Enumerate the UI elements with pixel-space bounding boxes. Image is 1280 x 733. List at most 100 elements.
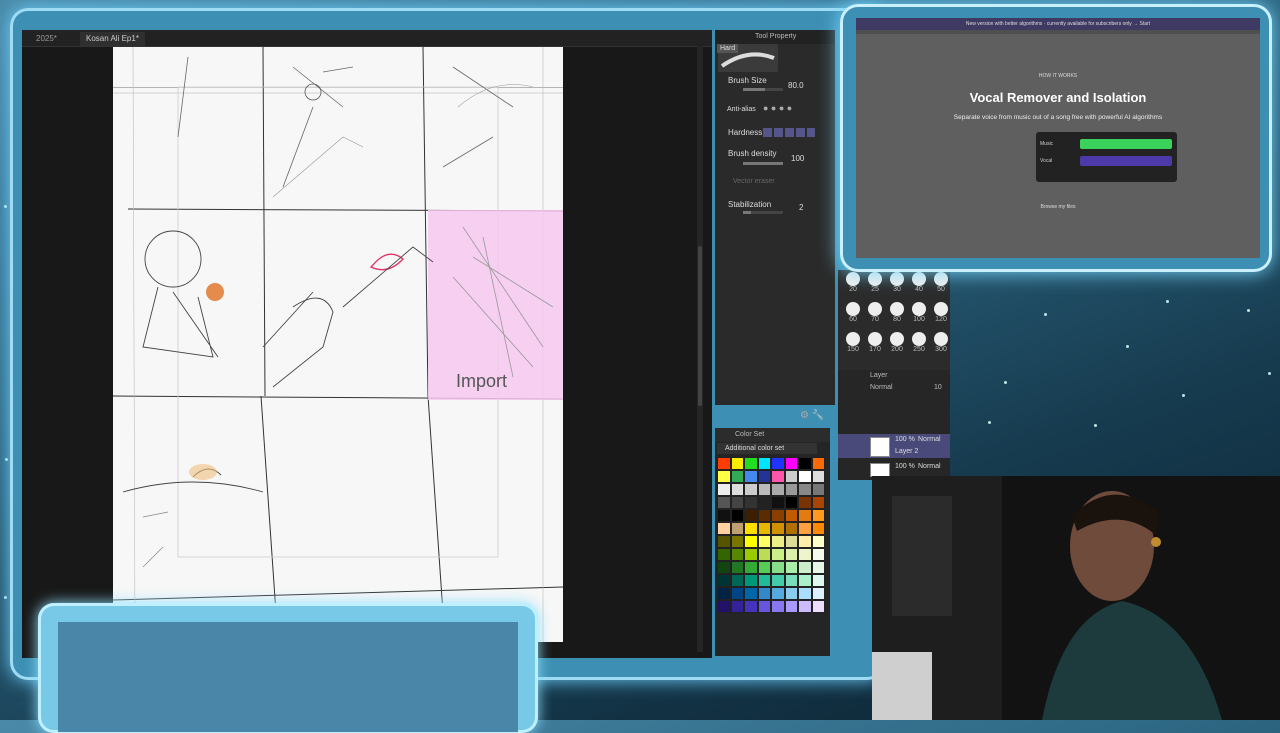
color-swatch-grid[interactable] <box>717 457 827 613</box>
color-swatch[interactable] <box>717 548 731 561</box>
color-swatch[interactable] <box>717 496 731 509</box>
color-swatch[interactable] <box>798 457 812 470</box>
color-swatch[interactable] <box>717 509 731 522</box>
color-swatch[interactable] <box>757 535 771 548</box>
scrollbar-thumb[interactable] <box>698 246 702 406</box>
color-swatch[interactable] <box>771 509 785 522</box>
color-swatch[interactable] <box>811 470 825 483</box>
color-swatch[interactable] <box>798 496 812 509</box>
color-swatch[interactable] <box>771 470 785 483</box>
tab-document-2025[interactable]: 2025* <box>30 32 63 46</box>
color-swatch[interactable] <box>757 509 771 522</box>
color-swatch[interactable] <box>717 483 731 496</box>
color-swatch[interactable] <box>730 535 744 548</box>
color-swatch[interactable] <box>744 561 758 574</box>
hardness-selector[interactable] <box>763 128 815 137</box>
color-swatch[interactable] <box>744 600 758 613</box>
brush-density-slider[interactable] <box>743 162 783 165</box>
color-swatch[interactable] <box>757 548 771 561</box>
color-swatch[interactable] <box>784 522 798 535</box>
anti-alias-options-icon[interactable]: ● ● ● ● <box>763 103 792 113</box>
color-swatch[interactable] <box>717 457 731 470</box>
track-player-preview[interactable]: Music Vocal <box>1036 132 1177 182</box>
color-swatch[interactable] <box>717 587 731 600</box>
color-swatch[interactable] <box>757 574 771 587</box>
brush-size-preset[interactable]: 200 <box>886 332 908 360</box>
color-swatch[interactable] <box>757 483 771 496</box>
color-swatch[interactable] <box>717 600 731 613</box>
color-swatch[interactable] <box>744 470 758 483</box>
brush-size-preset[interactable]: 40 <box>908 272 930 300</box>
color-swatch[interactable] <box>744 483 758 496</box>
color-swatch[interactable] <box>717 574 731 587</box>
brush-size-preset[interactable]: 20 <box>842 272 864 300</box>
color-swatch[interactable] <box>771 548 785 561</box>
color-swatch[interactable] <box>757 561 771 574</box>
color-swatch[interactable] <box>744 457 758 470</box>
color-swatch[interactable] <box>784 574 798 587</box>
layer-blend-mode[interactable]: Normal <box>870 384 893 391</box>
color-swatch[interactable] <box>744 509 758 522</box>
color-swatch[interactable] <box>811 496 825 509</box>
brush-size-preset[interactable]: 25 <box>864 272 886 300</box>
brush-size-preset[interactable]: 70 <box>864 302 886 330</box>
color-swatch[interactable] <box>744 548 758 561</box>
color-swatch[interactable] <box>784 509 798 522</box>
color-swatch[interactable] <box>811 535 825 548</box>
color-swatch[interactable] <box>771 600 785 613</box>
color-swatch[interactable] <box>730 561 744 574</box>
color-swatch[interactable] <box>730 470 744 483</box>
color-swatch[interactable] <box>771 496 785 509</box>
color-swatch[interactable] <box>717 470 731 483</box>
color-swatch[interactable] <box>717 535 731 548</box>
drawing-canvas[interactable]: Import <box>113 47 563 642</box>
color-swatch[interactable] <box>757 457 771 470</box>
color-swatch[interactable] <box>798 587 812 600</box>
brush-size-preset[interactable]: 250 <box>908 332 930 360</box>
color-swatch[interactable] <box>811 522 825 535</box>
layer-row[interactable]: 100 % Normal Layer 2 <box>838 434 950 458</box>
color-swatch[interactable] <box>798 548 812 561</box>
brush-size-preset[interactable]: 120 <box>930 302 952 330</box>
color-set-dropdown[interactable]: Additional color set <box>717 443 817 454</box>
color-swatch[interactable] <box>771 574 785 587</box>
color-swatch[interactable] <box>798 483 812 496</box>
color-swatch[interactable] <box>771 535 785 548</box>
color-swatch[interactable] <box>730 600 744 613</box>
brush-size-slider[interactable] <box>743 88 783 91</box>
layer-opacity-field[interactable]: 10 <box>934 384 942 391</box>
color-swatch[interactable] <box>811 457 825 470</box>
color-swatch[interactable] <box>784 457 798 470</box>
color-swatch[interactable] <box>730 483 744 496</box>
color-swatch[interactable] <box>730 548 744 561</box>
color-swatch[interactable] <box>744 574 758 587</box>
brush-density-value[interactable]: 100 <box>791 154 804 163</box>
color-swatch[interactable] <box>784 548 798 561</box>
color-swatch[interactable] <box>744 522 758 535</box>
color-swatch[interactable] <box>730 509 744 522</box>
color-swatch[interactable] <box>784 496 798 509</box>
color-swatch[interactable] <box>757 470 771 483</box>
tool-property-footer-icons[interactable]: ⚙ 🔧 <box>800 410 824 421</box>
brush-size-preset[interactable]: 150 <box>842 332 864 360</box>
color-swatch[interactable] <box>757 522 771 535</box>
promo-banner[interactable]: New version with better algorithms · cur… <box>856 18 1260 30</box>
brush-size-preset[interactable]: 60 <box>842 302 864 330</box>
color-swatch[interactable] <box>771 587 785 600</box>
color-swatch[interactable] <box>757 587 771 600</box>
color-swatch[interactable] <box>757 496 771 509</box>
color-swatch[interactable] <box>798 509 812 522</box>
color-swatch[interactable] <box>744 535 758 548</box>
browse-files-link[interactable]: Browse my files <box>856 204 1260 210</box>
brush-size-preset[interactable]: 80 <box>886 302 908 330</box>
color-swatch[interactable] <box>730 496 744 509</box>
color-swatch[interactable] <box>811 548 825 561</box>
brush-size-preset[interactable]: 170 <box>864 332 886 360</box>
color-swatch[interactable] <box>784 587 798 600</box>
color-swatch[interactable] <box>798 561 812 574</box>
brush-tab-hard[interactable]: Hard <box>717 44 739 53</box>
color-swatch[interactable] <box>798 470 812 483</box>
brush-size-preset[interactable]: 30 <box>886 272 908 300</box>
canvas-scrollbar[interactable] <box>697 46 703 652</box>
color-swatch[interactable] <box>784 483 798 496</box>
